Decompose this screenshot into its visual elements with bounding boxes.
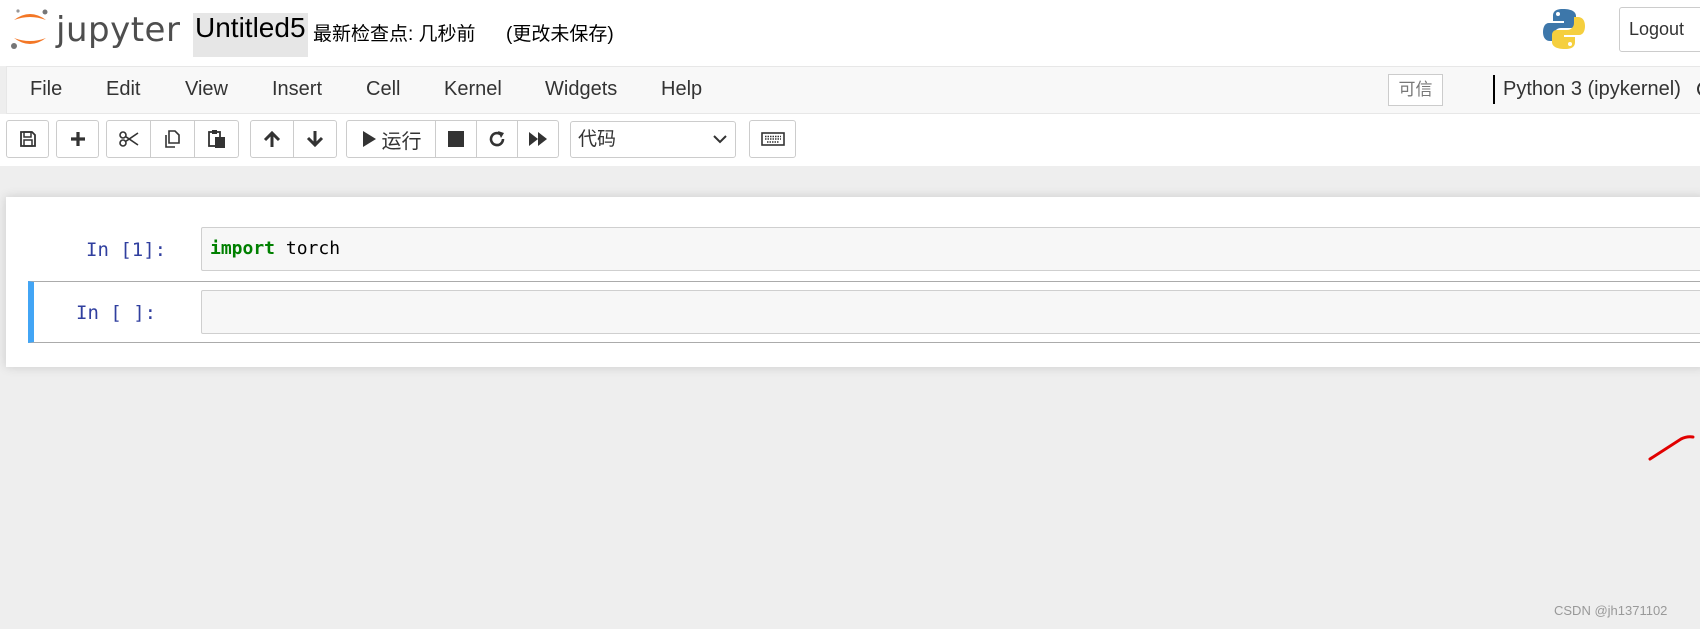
kernel-divider [1493, 75, 1495, 104]
code-keyword: import [210, 238, 276, 259]
run-button[interactable]: 运行 [346, 120, 436, 158]
menu-help[interactable]: Help [661, 78, 702, 101]
logo-text: jupyter [56, 10, 181, 50]
cell-type-value: 代码 [578, 129, 617, 150]
cell-input[interactable] [201, 290, 1700, 334]
restart-button[interactable] [476, 120, 518, 158]
keyboard-icon [760, 132, 785, 146]
save-group [6, 120, 49, 158]
watermark: CSDN @jh1371102 [1554, 603, 1668, 618]
move-down-button[interactable] [293, 120, 337, 158]
command-palette-button[interactable] [749, 120, 796, 158]
copy-icon [164, 130, 180, 148]
paste-icon [207, 130, 225, 148]
restart-run-all-button[interactable] [517, 120, 559, 158]
restart-icon [489, 131, 505, 147]
run-label: 运行 [381, 130, 422, 153]
keyboard-group [749, 120, 796, 158]
menu-kernel[interactable]: Kernel [444, 78, 502, 101]
menu-cell[interactable]: Cell [366, 78, 400, 101]
jupyter-logo-icon [11, 9, 48, 49]
notebook-name[interactable]: Untitled5 [193, 13, 308, 57]
menu-widgets[interactable]: Widgets [545, 78, 617, 101]
insert-cell-button[interactable] [56, 120, 99, 158]
menu-view[interactable]: View [185, 78, 228, 101]
arrow-up-icon [263, 130, 281, 147]
kernel-name[interactable]: Python 3 (ipykernel) [1503, 78, 1681, 101]
jupyter-logo[interactable]: jupyter [10, 6, 180, 52]
run-group: 运行 [346, 120, 559, 158]
code-text: torch [275, 238, 341, 259]
header: jupyter Untitled5 最新检查点: 几秒前 (更改未保存) Log… [0, 0, 1700, 66]
checkpoint-status: 最新检查点: 几秒前 [313, 24, 476, 45]
python-logo-icon [1543, 9, 1585, 49]
move-group [250, 120, 337, 158]
cell-type-select[interactable]: 代码 [570, 121, 736, 158]
toolbar: 运行 代码 [0, 114, 1700, 166]
cell-prompt: In [ ]: [76, 302, 157, 324]
stop-icon [448, 131, 464, 147]
autosave-status: (更改未保存) [506, 24, 614, 45]
cut-button[interactable] [106, 120, 151, 158]
save-icon [19, 131, 36, 147]
red-annotation-stroke [1648, 435, 1695, 461]
chevron-down-icon [713, 135, 727, 144]
menu-edit[interactable]: Edit [106, 78, 140, 101]
interrupt-button[interactable] [435, 120, 477, 158]
move-up-button[interactable] [250, 120, 294, 158]
play-icon [362, 131, 376, 147]
menubar: File Edit View Insert Cell Kernel Widget… [6, 66, 1700, 114]
trusted-indicator[interactable]: 可信 [1388, 74, 1443, 106]
notebook-container: In [1]: import torch In [ ]: [6, 197, 1700, 367]
fast-forward-icon [529, 132, 547, 146]
logout-button[interactable]: Logout [1619, 7, 1700, 52]
cell-prompt: In [1]: [86, 239, 167, 261]
cell-input[interactable]: import torch [201, 227, 1700, 271]
arrow-down-icon [306, 131, 324, 148]
plus-icon [70, 132, 85, 146]
paste-button[interactable] [194, 120, 239, 158]
menu-file[interactable]: File [30, 78, 62, 101]
clipboard-group [106, 120, 239, 158]
cut-icon [118, 131, 138, 147]
menu-insert[interactable]: Insert [272, 78, 322, 101]
insert-group [56, 120, 99, 158]
save-button[interactable] [6, 120, 49, 158]
copy-button[interactable] [150, 120, 195, 158]
